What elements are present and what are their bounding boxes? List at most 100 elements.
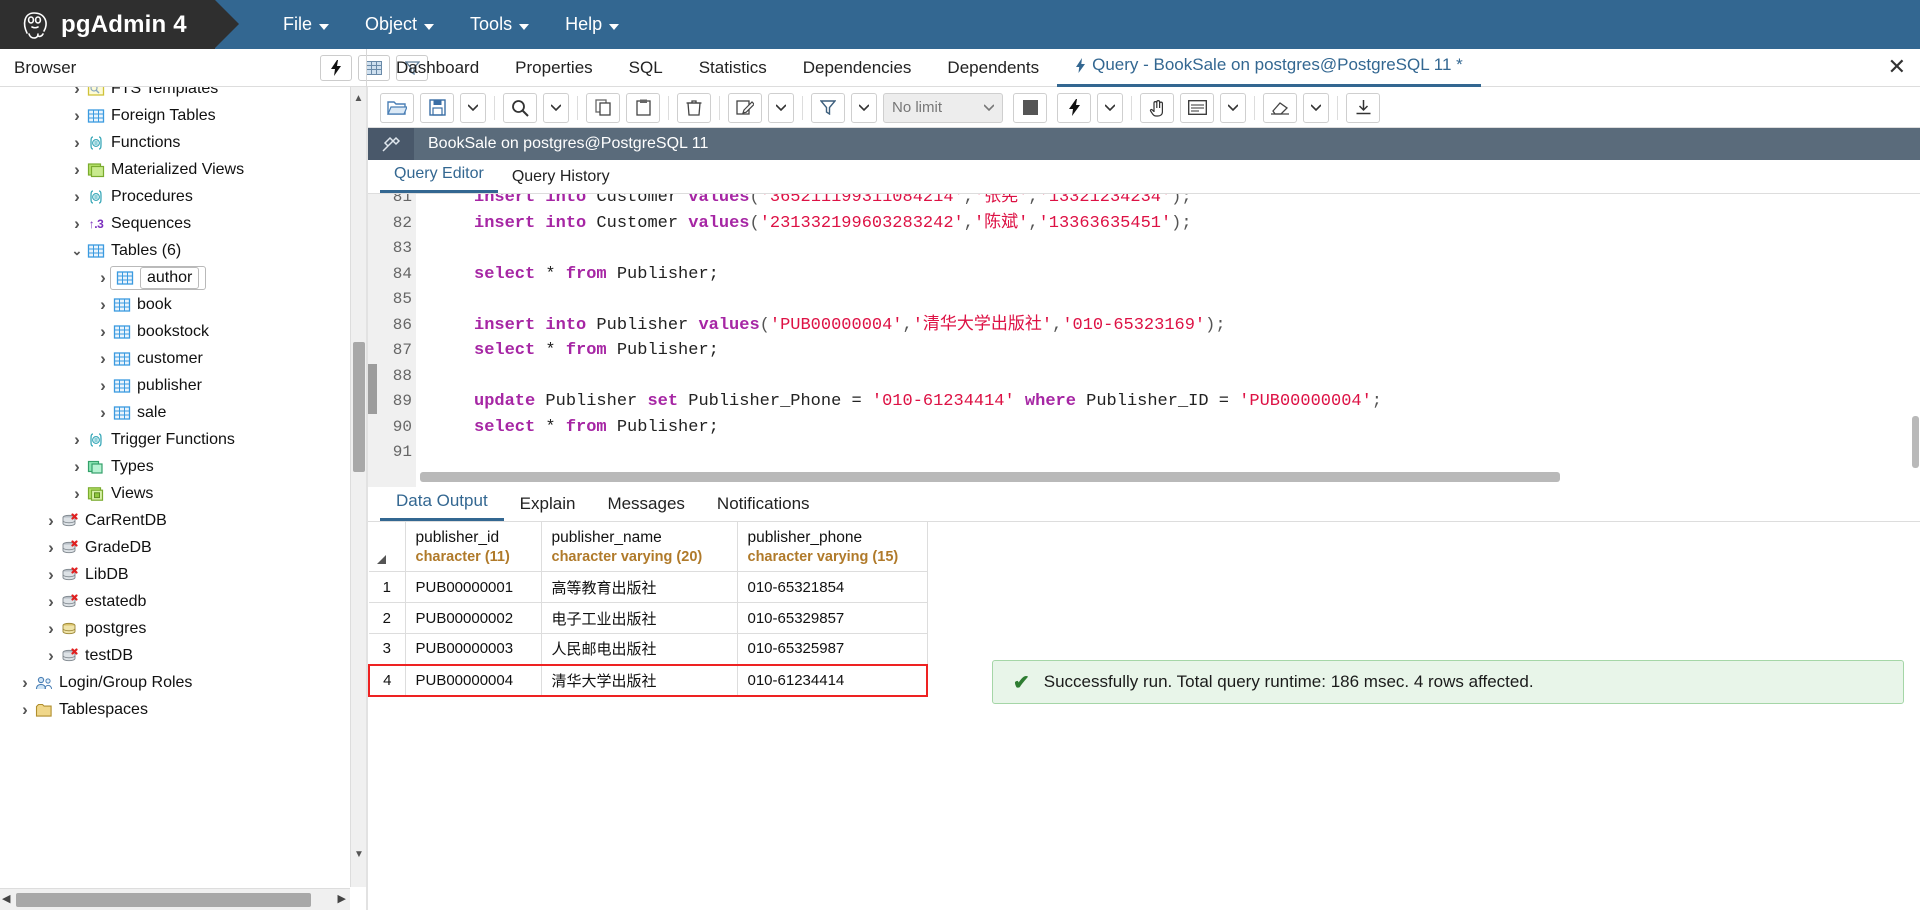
column-header[interactable]: publisher_id character (11) [405, 522, 542, 572]
execute-button[interactable] [1057, 92, 1091, 123]
chevron-up-icon[interactable]: ▲ [351, 87, 366, 109]
tab-query-history[interactable]: Query History [498, 168, 624, 193]
cell-publisher_id[interactable]: PUB00000002 [405, 602, 542, 634]
table-row[interactable]: 3 PUB00000003 人民邮电出版社 010-65325987 [369, 633, 928, 665]
plug-icon[interactable] [368, 128, 414, 160]
chevron-right-icon[interactable]: › [44, 565, 58, 585]
copy-button[interactable] [586, 92, 620, 123]
chevron-right-icon[interactable]: › [44, 511, 58, 531]
row-limit-select[interactable]: No limit [883, 92, 1003, 123]
chevron-right-icon[interactable]: › [18, 673, 32, 693]
tree-item-tables-6[interactable]: ⌄ Tables (6) [0, 237, 350, 264]
open-file-button[interactable] [380, 92, 414, 123]
table-row[interactable]: 4 PUB00000004 清华大学出版社 010-61234414 [368, 663, 928, 697]
tab-properties[interactable]: Properties [497, 58, 610, 87]
tab-notifications[interactable]: Notifications [701, 494, 826, 521]
grid-corner-cell[interactable] [369, 522, 406, 572]
edit-dropdown-button[interactable] [768, 92, 794, 123]
result-grid[interactable]: publisher_id character (11) publisher_name… [368, 522, 1920, 888]
cell-publisher_phone[interactable]: 010-65321854 [737, 571, 928, 603]
close-icon[interactable]: ✕ [1888, 56, 1906, 78]
chevron-right-icon[interactable]: › [96, 295, 110, 315]
cell-publisher_id[interactable]: PUB00000004 [405, 663, 542, 697]
cell-publisher_phone[interactable]: 010-65329857 [737, 602, 928, 634]
code-line[interactable]: insert into Customer values('36521119931… [474, 194, 1192, 211]
object-browser-tree[interactable]: › FTS Templates › Foreign Tables › Functions ›… [0, 87, 350, 887]
tree-item-procedures[interactable]: › Procedures [0, 183, 350, 210]
macro-button[interactable] [1140, 92, 1174, 123]
tab-sql[interactable]: SQL [611, 58, 681, 87]
cell-publisher_name[interactable]: 高等教育出版社 [541, 571, 738, 603]
tree-item-fts-templates[interactable]: › FTS Templates [0, 87, 350, 102]
edit-button[interactable] [728, 92, 762, 123]
tree-item-carrentdb[interactable]: › CarRentDB [0, 507, 350, 534]
tab-query-editor[interactable]: Query Editor [380, 165, 498, 193]
chevron-right-icon[interactable]: › [70, 106, 84, 126]
chevron-right-icon[interactable]: › [70, 214, 84, 234]
tree-item-libdb[interactable]: › LibDB [0, 561, 350, 588]
column-header[interactable]: publisher_phone character varying (15) [737, 522, 928, 572]
sql-code-area[interactable]: insert into Customer values('36521119931… [416, 194, 1920, 487]
cell-publisher_name[interactable]: 人民邮电出版社 [541, 633, 738, 665]
cell-publisher_id[interactable]: PUB00000003 [405, 633, 542, 665]
filter-dropdown-button[interactable] [851, 92, 877, 123]
row-number[interactable]: 2 [369, 602, 406, 634]
find-dropdown-button[interactable] [543, 92, 569, 123]
chevron-right-icon[interactable]: › [70, 87, 84, 99]
tree-vertical-scrollbar[interactable]: ▲ ▼ [350, 87, 366, 887]
tab-statistics[interactable]: Statistics [681, 58, 785, 87]
clear-dropdown-button[interactable] [1303, 92, 1329, 123]
chevron-right-icon[interactable]: › [96, 268, 110, 288]
tree-item-postgres[interactable]: › postgres [0, 615, 350, 642]
chevron-down-icon[interactable]: ▼ [351, 843, 367, 865]
tree-item-publisher[interactable]: › publisher [0, 372, 350, 399]
clear-button[interactable] [1263, 92, 1297, 123]
chevron-left-icon[interactable]: ◀ [2, 892, 10, 905]
tree-item-tablespaces[interactable]: › Tablespaces [0, 696, 350, 723]
chevron-right-icon[interactable]: › [96, 403, 110, 423]
chevron-right-icon[interactable]: ▶ [338, 892, 346, 905]
code-line[interactable]: select * from Publisher; [474, 415, 719, 441]
chevron-right-icon[interactable]: › [70, 160, 84, 180]
column-header[interactable]: publisher_name character varying (20) [541, 522, 738, 572]
cell-publisher_name[interactable]: 清华大学出版社 [541, 663, 738, 697]
cell-publisher_phone[interactable]: 010-61234414 [737, 663, 928, 697]
code-line[interactable]: insert into Customer values('23133219960… [474, 211, 1192, 237]
tab-query-booksale[interactable]: Query - BookSale on postgres@PostgreSQL … [1057, 55, 1481, 87]
tab-dependents[interactable]: Dependents [929, 58, 1057, 87]
download-button[interactable] [1346, 92, 1380, 123]
cell-publisher_id[interactable]: PUB00000001 [405, 571, 542, 603]
tree-item-views[interactable]: › Views [0, 480, 350, 507]
quick-search-bolt-button[interactable] [320, 55, 352, 81]
save-file-button[interactable] [420, 92, 454, 123]
tree-item-author[interactable]: › author [0, 264, 350, 291]
code-line[interactable]: insert into Publisher values('PUB0000000… [474, 313, 1226, 339]
code-line[interactable]: select * from Publisher; [474, 262, 719, 288]
execute-dropdown-button[interactable] [1097, 92, 1123, 123]
chevron-right-icon[interactable]: › [96, 349, 110, 369]
tree-item-functions[interactable]: › Functions [0, 129, 350, 156]
tree-item-gradedb[interactable]: › GradeDB [0, 534, 350, 561]
code-line[interactable]: update Publisher set Publisher_Phone = '… [474, 389, 1382, 415]
find-button[interactable] [503, 92, 537, 123]
chevron-right-icon[interactable]: › [44, 592, 58, 612]
tree-item-materialized-views[interactable]: › Materialized Views [0, 156, 350, 183]
cell-publisher_name[interactable]: 电子工业出版社 [541, 602, 738, 634]
tab-dependencies[interactable]: Dependencies [785, 58, 930, 87]
chevron-right-icon[interactable]: › [44, 646, 58, 666]
tab-explain[interactable]: Explain [504, 494, 592, 521]
editor-hscroll-thumb[interactable] [420, 472, 1560, 482]
table-row[interactable]: 2 PUB00000002 电子工业出版社 010-65329857 [369, 602, 928, 634]
tree-item-trigger-functions[interactable]: › Trigger Functions [0, 426, 350, 453]
chevron-right-icon[interactable]: › [44, 619, 58, 639]
display-options-button[interactable] [1180, 92, 1214, 123]
row-number[interactable]: 1 [369, 571, 406, 603]
tree-item-testdb[interactable]: › testDB [0, 642, 350, 669]
tree-horizontal-scrollbar[interactable]: ◀ ▶ [0, 888, 350, 910]
chevron-right-icon[interactable]: › [70, 133, 84, 153]
code-line[interactable]: select * from Publisher; [474, 338, 719, 364]
cell-publisher_phone[interactable]: 010-65325987 [737, 633, 928, 665]
paste-button[interactable] [626, 92, 660, 123]
menu-file[interactable]: File [265, 14, 347, 35]
menu-tools[interactable]: Tools [452, 14, 547, 35]
